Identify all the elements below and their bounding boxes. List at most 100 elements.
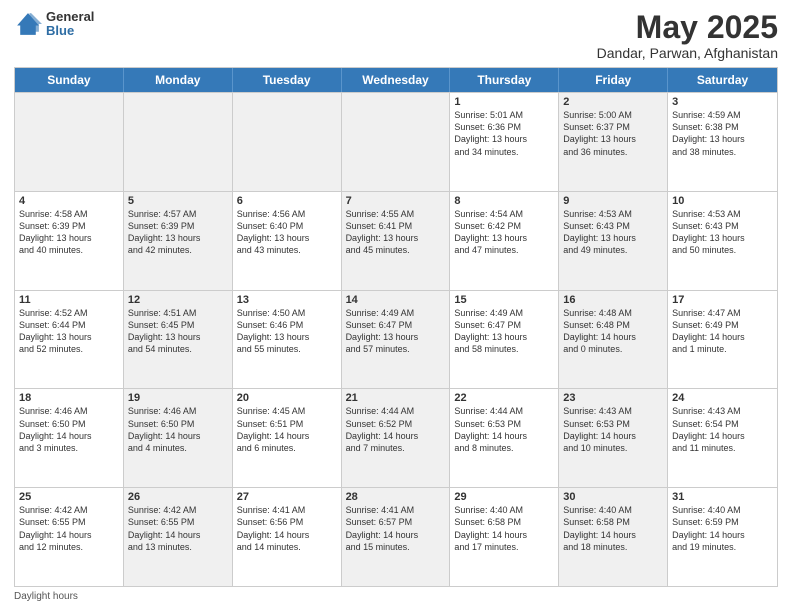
day-number: 7 <box>346 195 446 207</box>
page: General Blue May 2025 Dandar, Parwan, Af… <box>0 0 792 612</box>
cell-text: Sunrise: 4:47 AM Sunset: 6:49 PM Dayligh… <box>672 307 773 356</box>
cal-header-cell-wednesday: Wednesday <box>342 68 451 92</box>
cal-cell-13: 13Sunrise: 4:50 AM Sunset: 6:46 PM Dayli… <box>233 291 342 389</box>
cell-text: Sunrise: 4:49 AM Sunset: 6:47 PM Dayligh… <box>346 307 446 356</box>
cal-cell-25: 25Sunrise: 4:42 AM Sunset: 6:55 PM Dayli… <box>15 488 124 586</box>
day-number: 16 <box>563 294 663 306</box>
day-number: 12 <box>128 294 228 306</box>
title-location: Dandar, Parwan, Afghanistan <box>597 45 778 61</box>
cal-cell-6: 6Sunrise: 4:56 AM Sunset: 6:40 PM Daylig… <box>233 192 342 290</box>
day-number: 6 <box>237 195 337 207</box>
cal-cell-3: 3Sunrise: 4:59 AM Sunset: 6:38 PM Daylig… <box>668 93 777 191</box>
day-number: 28 <box>346 491 446 503</box>
logo-blue-text: Blue <box>46 24 94 38</box>
day-number: 31 <box>672 491 773 503</box>
cal-cell-18: 18Sunrise: 4:46 AM Sunset: 6:50 PM Dayli… <box>15 389 124 487</box>
cell-text: Sunrise: 4:42 AM Sunset: 6:55 PM Dayligh… <box>19 504 119 553</box>
day-number: 11 <box>19 294 119 306</box>
cell-text: Sunrise: 4:53 AM Sunset: 6:43 PM Dayligh… <box>563 208 663 257</box>
cal-cell-24: 24Sunrise: 4:43 AM Sunset: 6:54 PM Dayli… <box>668 389 777 487</box>
cell-text: Sunrise: 4:50 AM Sunset: 6:46 PM Dayligh… <box>237 307 337 356</box>
cell-text: Sunrise: 4:41 AM Sunset: 6:57 PM Dayligh… <box>346 504 446 553</box>
cell-text: Sunrise: 4:59 AM Sunset: 6:38 PM Dayligh… <box>672 109 773 158</box>
cal-cell-7: 7Sunrise: 4:55 AM Sunset: 6:41 PM Daylig… <box>342 192 451 290</box>
cell-text: Sunrise: 4:40 AM Sunset: 6:59 PM Dayligh… <box>672 504 773 553</box>
cal-cell-31: 31Sunrise: 4:40 AM Sunset: 6:59 PM Dayli… <box>668 488 777 586</box>
day-number: 18 <box>19 392 119 404</box>
cell-text: Sunrise: 4:51 AM Sunset: 6:45 PM Dayligh… <box>128 307 228 356</box>
cal-cell-16: 16Sunrise: 4:48 AM Sunset: 6:48 PM Dayli… <box>559 291 668 389</box>
day-number: 17 <box>672 294 773 306</box>
cal-row-1: 4Sunrise: 4:58 AM Sunset: 6:39 PM Daylig… <box>15 191 777 290</box>
cal-header-cell-tuesday: Tuesday <box>233 68 342 92</box>
cell-text: Sunrise: 4:48 AM Sunset: 6:48 PM Dayligh… <box>563 307 663 356</box>
cal-cell-20: 20Sunrise: 4:45 AM Sunset: 6:51 PM Dayli… <box>233 389 342 487</box>
cal-header-cell-sunday: Sunday <box>15 68 124 92</box>
cal-row-3: 18Sunrise: 4:46 AM Sunset: 6:50 PM Dayli… <box>15 388 777 487</box>
cal-cell-11: 11Sunrise: 4:52 AM Sunset: 6:44 PM Dayli… <box>15 291 124 389</box>
cell-text: Sunrise: 5:00 AM Sunset: 6:37 PM Dayligh… <box>563 109 663 158</box>
cal-header-cell-friday: Friday <box>559 68 668 92</box>
cal-cell-17: 17Sunrise: 4:47 AM Sunset: 6:49 PM Dayli… <box>668 291 777 389</box>
cell-text: Sunrise: 4:40 AM Sunset: 6:58 PM Dayligh… <box>563 504 663 553</box>
cell-text: Sunrise: 4:43 AM Sunset: 6:53 PM Dayligh… <box>563 405 663 454</box>
title-month: May 2025 <box>597 10 778 45</box>
cal-cell-15: 15Sunrise: 4:49 AM Sunset: 6:47 PM Dayli… <box>450 291 559 389</box>
cell-text: Sunrise: 4:58 AM Sunset: 6:39 PM Dayligh… <box>19 208 119 257</box>
day-number: 4 <box>19 195 119 207</box>
cell-text: Sunrise: 4:54 AM Sunset: 6:42 PM Dayligh… <box>454 208 554 257</box>
cal-cell-29: 29Sunrise: 4:40 AM Sunset: 6:58 PM Dayli… <box>450 488 559 586</box>
cal-cell-9: 9Sunrise: 4:53 AM Sunset: 6:43 PM Daylig… <box>559 192 668 290</box>
cell-text: Sunrise: 4:40 AM Sunset: 6:58 PM Dayligh… <box>454 504 554 553</box>
cal-cell-22: 22Sunrise: 4:44 AM Sunset: 6:53 PM Dayli… <box>450 389 559 487</box>
cell-text: Sunrise: 4:46 AM Sunset: 6:50 PM Dayligh… <box>128 405 228 454</box>
day-number: 3 <box>672 96 773 108</box>
day-number: 23 <box>563 392 663 404</box>
day-number: 20 <box>237 392 337 404</box>
cal-row-4: 25Sunrise: 4:42 AM Sunset: 6:55 PM Dayli… <box>15 487 777 586</box>
calendar-header-row: SundayMondayTuesdayWednesdayThursdayFrid… <box>15 68 777 92</box>
cal-header-cell-thursday: Thursday <box>450 68 559 92</box>
logo: General Blue <box>14 10 94 39</box>
footer-note-text: Daylight hours <box>14 591 78 602</box>
calendar-body: 1Sunrise: 5:01 AM Sunset: 6:36 PM Daylig… <box>15 92 777 586</box>
cell-text: Sunrise: 4:57 AM Sunset: 6:39 PM Dayligh… <box>128 208 228 257</box>
cell-text: Sunrise: 4:49 AM Sunset: 6:47 PM Dayligh… <box>454 307 554 356</box>
day-number: 24 <box>672 392 773 404</box>
cal-cell-empty-0-0 <box>15 93 124 191</box>
cell-text: Sunrise: 4:43 AM Sunset: 6:54 PM Dayligh… <box>672 405 773 454</box>
cal-cell-12: 12Sunrise: 4:51 AM Sunset: 6:45 PM Dayli… <box>124 291 233 389</box>
day-number: 1 <box>454 96 554 108</box>
cal-cell-27: 27Sunrise: 4:41 AM Sunset: 6:56 PM Dayli… <box>233 488 342 586</box>
logo-icon <box>14 10 42 38</box>
cal-cell-4: 4Sunrise: 4:58 AM Sunset: 6:39 PM Daylig… <box>15 192 124 290</box>
day-number: 9 <box>563 195 663 207</box>
cal-header-cell-saturday: Saturday <box>668 68 777 92</box>
footer-note: Daylight hours <box>14 591 778 602</box>
cal-cell-23: 23Sunrise: 4:43 AM Sunset: 6:53 PM Dayli… <box>559 389 668 487</box>
cell-text: Sunrise: 4:46 AM Sunset: 6:50 PM Dayligh… <box>19 405 119 454</box>
day-number: 30 <box>563 491 663 503</box>
day-number: 22 <box>454 392 554 404</box>
logo-general-text: General <box>46 10 94 24</box>
cal-cell-5: 5Sunrise: 4:57 AM Sunset: 6:39 PM Daylig… <box>124 192 233 290</box>
logo-text: General Blue <box>46 10 94 39</box>
cal-row-2: 11Sunrise: 4:52 AM Sunset: 6:44 PM Dayli… <box>15 290 777 389</box>
cell-text: Sunrise: 4:56 AM Sunset: 6:40 PM Dayligh… <box>237 208 337 257</box>
day-number: 26 <box>128 491 228 503</box>
day-number: 27 <box>237 491 337 503</box>
cell-text: Sunrise: 4:44 AM Sunset: 6:52 PM Dayligh… <box>346 405 446 454</box>
cal-cell-28: 28Sunrise: 4:41 AM Sunset: 6:57 PM Dayli… <box>342 488 451 586</box>
cell-text: Sunrise: 4:45 AM Sunset: 6:51 PM Dayligh… <box>237 405 337 454</box>
cal-cell-1: 1Sunrise: 5:01 AM Sunset: 6:36 PM Daylig… <box>450 93 559 191</box>
day-number: 2 <box>563 96 663 108</box>
cell-text: Sunrise: 4:52 AM Sunset: 6:44 PM Dayligh… <box>19 307 119 356</box>
cal-cell-30: 30Sunrise: 4:40 AM Sunset: 6:58 PM Dayli… <box>559 488 668 586</box>
cal-cell-26: 26Sunrise: 4:42 AM Sunset: 6:55 PM Dayli… <box>124 488 233 586</box>
header: General Blue May 2025 Dandar, Parwan, Af… <box>14 10 778 61</box>
title-block: May 2025 Dandar, Parwan, Afghanistan <box>597 10 778 61</box>
day-number: 8 <box>454 195 554 207</box>
cal-row-0: 1Sunrise: 5:01 AM Sunset: 6:36 PM Daylig… <box>15 92 777 191</box>
cal-cell-21: 21Sunrise: 4:44 AM Sunset: 6:52 PM Dayli… <box>342 389 451 487</box>
cell-text: Sunrise: 4:44 AM Sunset: 6:53 PM Dayligh… <box>454 405 554 454</box>
